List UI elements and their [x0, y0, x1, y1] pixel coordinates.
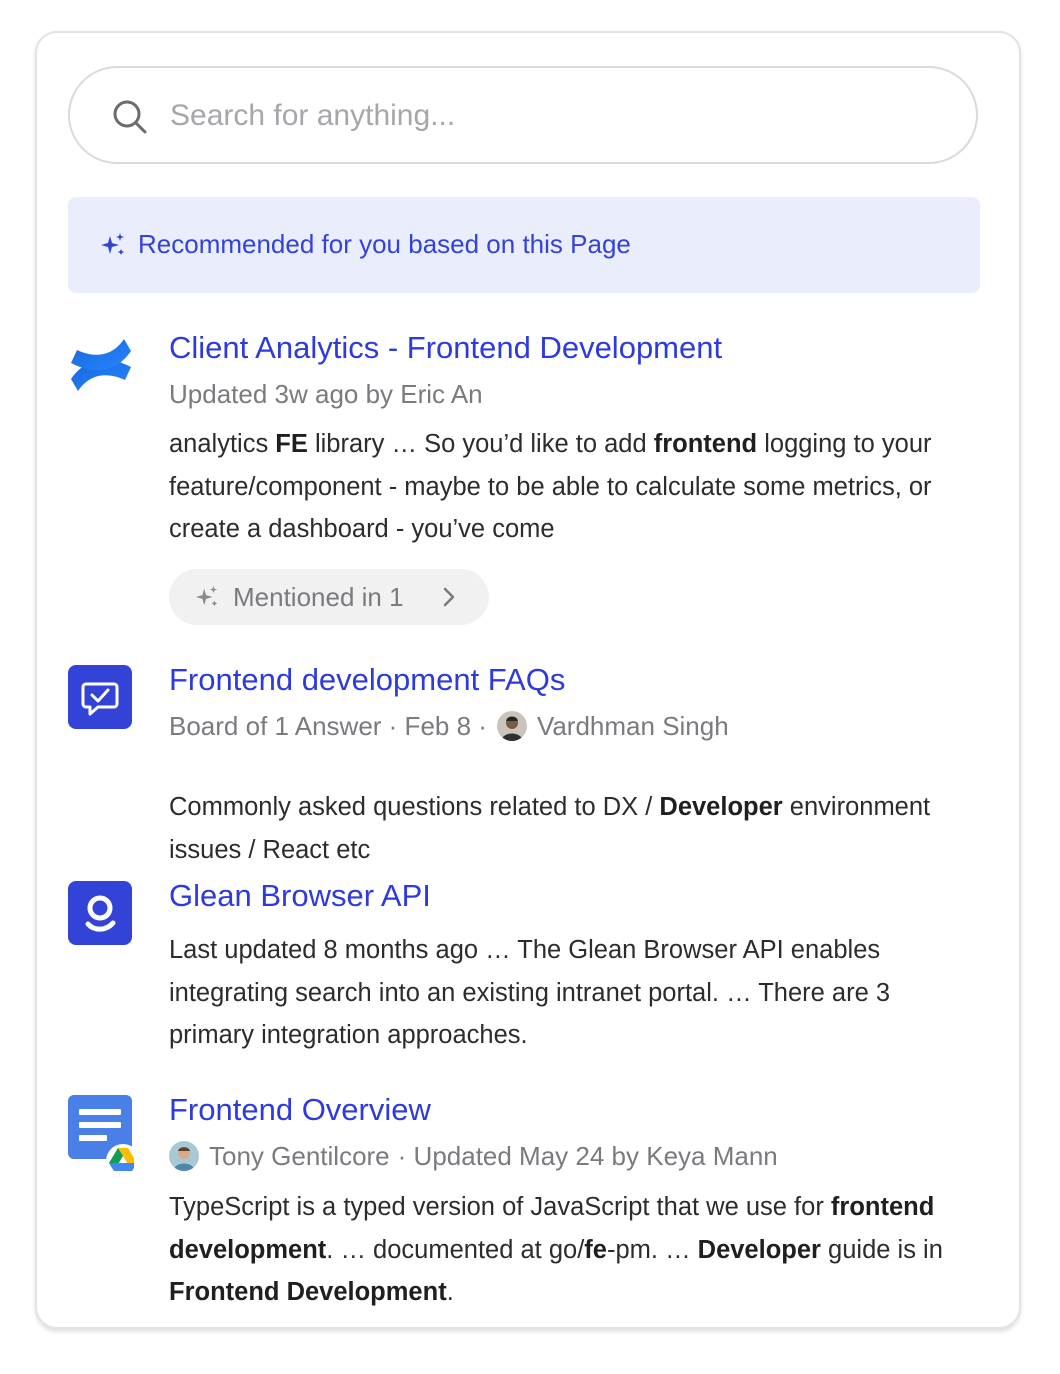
search-result[interactable]: Client Analytics - Frontend Development …: [68, 329, 980, 629]
highlighted-term: Developer: [697, 1235, 821, 1264]
result-meta: Updated 3w ago by Eric An: [169, 379, 483, 409]
search-icon: [113, 100, 147, 134]
search-result[interactable]: Frontend Overview Tony Gentilcore · Upda…: [68, 1091, 980, 1311]
result-snippet: analytics FE library … So you’d like to …: [169, 430, 932, 543]
highlighted-term: frontend: [653, 430, 758, 458]
highlighted-term: Frontend Development: [169, 1278, 447, 1306]
result-title[interactable]: Glean Browser API: [169, 877, 431, 915]
result-meta-details: Board of 1 Answer · Feb 8 ·: [169, 711, 487, 741]
highlighted-term: fe: [584, 1235, 607, 1264]
result-author[interactable]: Tony Gentilcore: [209, 1140, 390, 1172]
result-title[interactable]: Frontend Overview: [169, 1091, 431, 1129]
result-snippet: TypeScript is a typed version of JavaScr…: [169, 1193, 943, 1306]
result-snippet: Last updated 8 months ago … The Glean Br…: [169, 936, 891, 1049]
confluence-logo-icon: [71, 339, 131, 391]
recommendation-label: Recommended for you based on this Page: [138, 229, 631, 259]
avatar: [169, 1141, 199, 1171]
answer-board-icon: [68, 665, 132, 729]
highlighted-term: FE: [275, 430, 308, 458]
search-result[interactable]: Frontend development FAQs Board of 1 Ans…: [68, 661, 980, 864]
result-author[interactable]: Vardhman Singh: [537, 710, 729, 742]
result-meta: Board of 1 Answer · Feb 8 · Vardhman Sin…: [169, 710, 729, 742]
result-meta: Tony Gentilcore · Updated May 24 by Keya…: [169, 1140, 778, 1172]
google-doc-icon: [68, 1095, 140, 1178]
glean-logo-icon: [68, 881, 132, 945]
search-panel: Recommended for you based on this Page C…: [35, 31, 1021, 1329]
search-result[interactable]: Glean Browser API Last updated 8 months …: [68, 877, 980, 1057]
search-bar[interactable]: [68, 66, 978, 164]
result-title[interactable]: Client Analytics - Frontend Development: [169, 329, 722, 367]
avatar: [496, 711, 527, 741]
search-input[interactable]: [170, 88, 950, 144]
mentioned-in-chip[interactable]: Mentioned in 1: [169, 569, 489, 625]
mentioned-in-label: Mentioned in 1: [233, 582, 404, 612]
recommendation-banner: Recommended for you based on this Page: [68, 197, 980, 293]
result-meta-details: · Updated May 24 by Keya Mann: [397, 1141, 778, 1171]
highlighted-term: Developer: [659, 793, 783, 821]
result-title[interactable]: Frontend development FAQs: [169, 661, 565, 699]
result-snippet: Commonly asked questions related to DX /…: [169, 793, 931, 864]
sparkle-icon: [195, 585, 218, 607]
chevron-right-icon: [443, 587, 455, 607]
sparkle-icon: [101, 233, 124, 255]
